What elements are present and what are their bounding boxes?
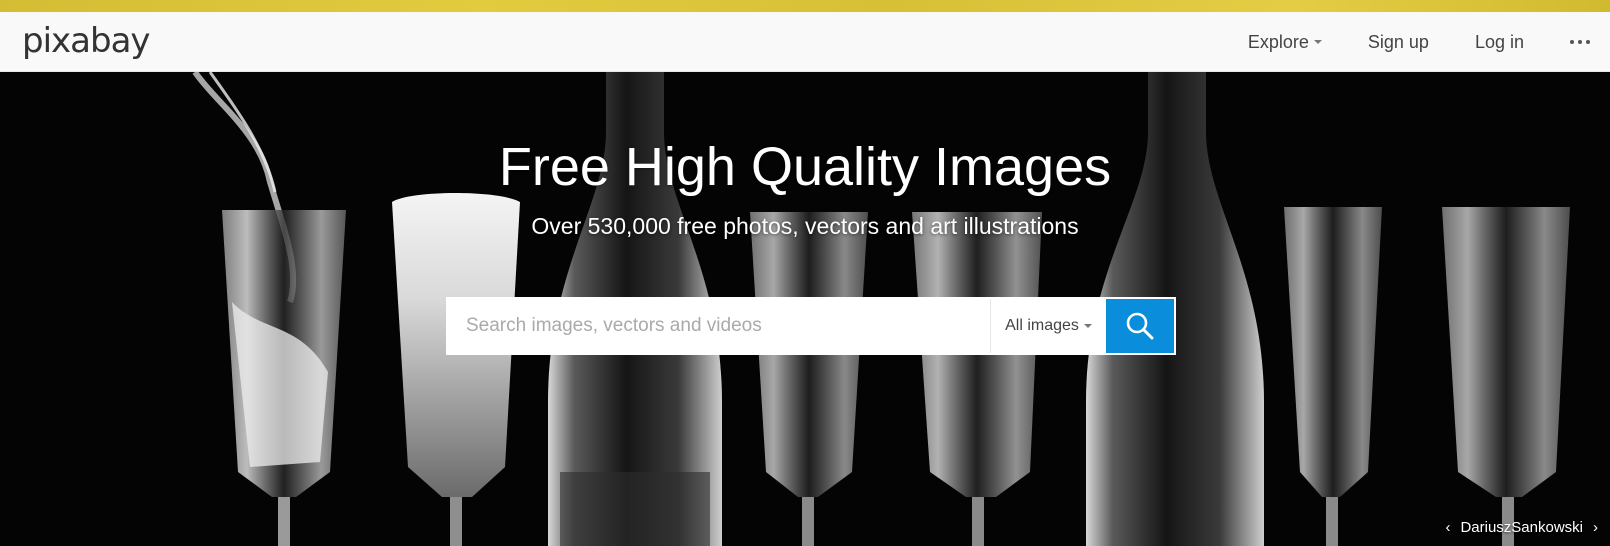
search-icon — [1126, 312, 1154, 340]
login-link[interactable]: Log in — [1475, 32, 1524, 53]
photo-credit: ‹ DariuszSankowski › — [1445, 519, 1598, 536]
nav-links: Explore Sign up Log in — [1248, 12, 1610, 72]
pixabay-logo[interactable]: pixabay — [22, 22, 151, 60]
explore-label: Explore — [1247, 31, 1309, 52]
top-navbar: pixabay Explore Sign up Log in — [0, 12, 1610, 72]
hero-title: Free High Quality Images — [498, 137, 1112, 197]
top-accent-strip — [0, 0, 1610, 12]
more-horizontal-icon[interactable] — [1570, 40, 1590, 44]
hero-banner: Free High Quality Images Over 530,000 fr… — [0, 72, 1610, 546]
media-type-label: All images — [1005, 317, 1079, 334]
media-type-select[interactable]: All images — [990, 299, 1106, 353]
previous-image-arrow[interactable]: ‹ — [1445, 519, 1450, 536]
search-bar: All images — [446, 297, 1176, 355]
chevron-down-icon — [1083, 324, 1092, 328]
explore-menu[interactable]: Explore — [1248, 32, 1322, 53]
search-input[interactable] — [448, 299, 990, 353]
hero-subtitle: Over 530,000 free photos, vectors and ar… — [531, 213, 1079, 239]
photo-author-link[interactable]: DariuszSankowski — [1460, 519, 1583, 536]
search-button[interactable] — [1106, 299, 1174, 353]
next-image-arrow[interactable]: › — [1593, 519, 1598, 536]
chevron-down-icon — [1313, 40, 1322, 44]
signup-link[interactable]: Sign up — [1368, 32, 1429, 53]
